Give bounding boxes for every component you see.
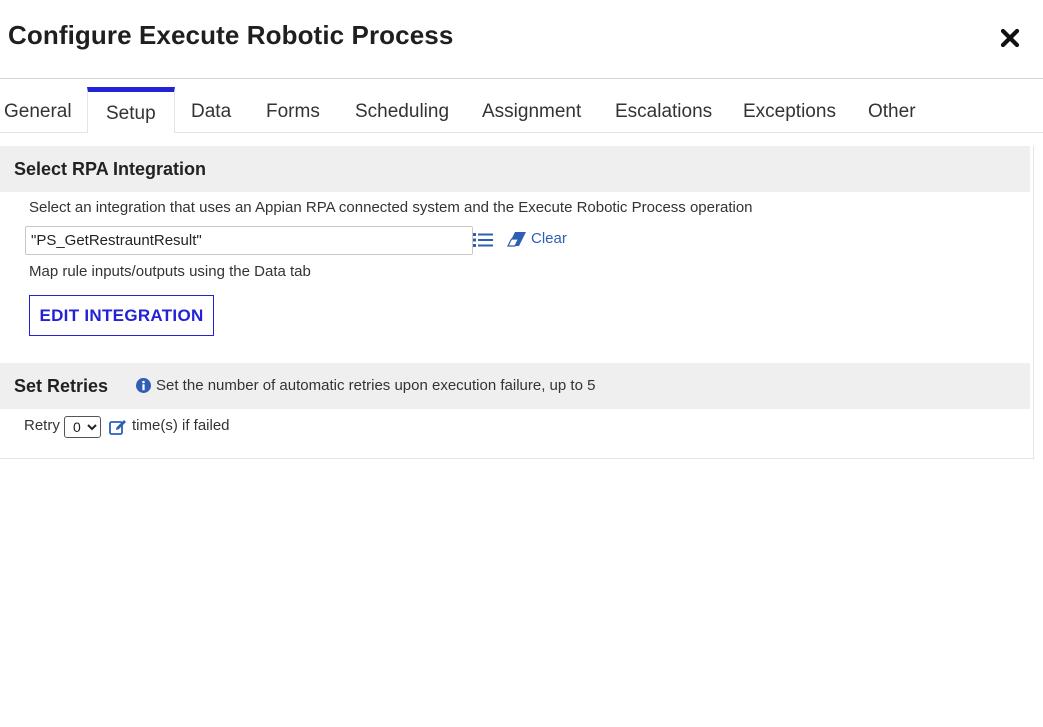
tab-forms[interactable]: Forms	[266, 87, 320, 132]
retries-info: Set the number of automatic retries upon…	[136, 363, 595, 409]
tab-exceptions[interactable]: Exceptions	[743, 87, 836, 132]
tab-data[interactable]: Data	[191, 87, 231, 132]
rpa-section-header: Select RPA Integration	[0, 146, 1030, 192]
retries-info-text: Set the number of automatic retries upon…	[156, 377, 596, 394]
tab-general[interactable]: General	[4, 87, 72, 132]
integration-input[interactable]	[25, 226, 473, 255]
close-icon[interactable]	[998, 26, 1022, 50]
tab-assignment[interactable]: Assignment	[482, 87, 581, 132]
retry-label: Retry	[24, 417, 60, 434]
list-icon[interactable]	[473, 232, 493, 248]
rpa-description: Select an integration that uses an Appia…	[29, 199, 753, 216]
dialog-title: Configure Execute Robotic Process	[8, 20, 454, 50]
retries-section-title: Set Retries	[14, 376, 109, 396]
retry-suffix: time(s) if failed	[132, 417, 230, 434]
tab-escalations[interactable]: Escalations	[615, 87, 712, 132]
tab-scheduling[interactable]: Scheduling	[355, 87, 449, 132]
edit-expression-icon[interactable]	[109, 419, 127, 436]
tab-setup[interactable]: Setup	[87, 87, 175, 133]
retries-section-header: Set Retries Set the number of automatic …	[0, 363, 1030, 409]
tab-other[interactable]: Other	[868, 87, 916, 132]
map-text: Map rule inputs/outputs using the Data t…	[29, 263, 311, 280]
panel-right-border	[1033, 146, 1034, 458]
eraser-icon	[507, 232, 526, 247]
clear-label: Clear	[531, 230, 567, 247]
rpa-section-title: Select RPA Integration	[14, 159, 207, 179]
info-icon	[136, 378, 151, 393]
edit-integration-button[interactable]: EDIT INTEGRATION	[29, 295, 214, 336]
clear-button[interactable]: Clear	[507, 229, 567, 249]
header-divider	[0, 78, 1043, 79]
tab-bar: General Setup Data Forms Scheduling Assi…	[0, 87, 1043, 133]
retry-count-select[interactable]: 012345	[64, 416, 101, 438]
panel-bottom-border	[0, 458, 1034, 459]
